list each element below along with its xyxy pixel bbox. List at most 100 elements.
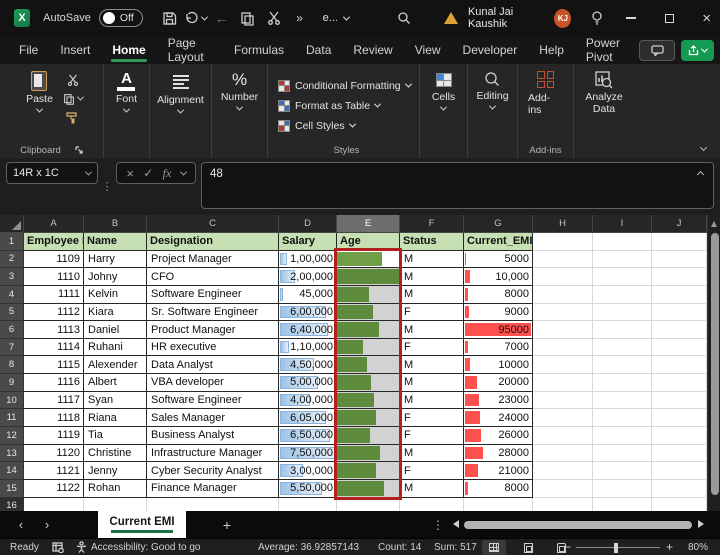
- empty-cell[interactable]: [337, 497, 400, 511]
- designation-cell[interactable]: Cyber Security Analyst: [147, 462, 279, 480]
- row-header-8[interactable]: 8: [0, 356, 24, 375]
- horizontal-scroll-thumb[interactable]: [464, 520, 692, 529]
- age-cell[interactable]: [337, 338, 400, 357]
- warning-icon[interactable]: [443, 12, 458, 24]
- empty-cell[interactable]: [652, 427, 707, 445]
- employee-id-cell[interactable]: 1117: [24, 391, 84, 410]
- empty-cell[interactable]: [652, 462, 707, 480]
- status-sum[interactable]: Sum: 517: [434, 539, 477, 555]
- empty-cell[interactable]: [593, 321, 652, 339]
- column-header-H[interactable]: H: [533, 215, 593, 232]
- empty-cell[interactable]: [533, 321, 593, 339]
- empty-cell[interactable]: [533, 391, 593, 410]
- column-header-C[interactable]: C: [147, 215, 279, 232]
- copy-icon[interactable]: [235, 5, 261, 31]
- age-cell[interactable]: [337, 409, 400, 428]
- fx-chevron-icon[interactable]: [179, 168, 187, 176]
- share-button[interactable]: [681, 39, 714, 61]
- ribbon-tab-file[interactable]: File: [8, 36, 49, 64]
- empty-cell[interactable]: [533, 250, 593, 269]
- emi-cell[interactable]: 24000: [464, 409, 533, 428]
- empty-cell[interactable]: [464, 497, 533, 511]
- employee-id-cell[interactable]: 1118: [24, 409, 84, 428]
- header-cell-designation[interactable]: Designation: [147, 233, 279, 251]
- empty-cell[interactable]: [84, 497, 147, 511]
- emi-cell[interactable]: 23000: [464, 391, 533, 410]
- tell-me-bulb-icon[interactable]: [591, 10, 603, 26]
- autosave-toggle[interactable]: Off: [98, 9, 143, 27]
- status-cell[interactable]: M: [400, 250, 464, 269]
- employee-id-cell[interactable]: 1114: [24, 338, 84, 357]
- row-header-10[interactable]: 10: [0, 391, 24, 410]
- row-header-14[interactable]: 14: [0, 462, 24, 480]
- empty-cell[interactable]: [533, 374, 593, 392]
- salary-cell[interactable]: 2,00,000: [279, 268, 337, 286]
- column-header-B[interactable]: B: [84, 215, 147, 232]
- empty-cell[interactable]: [652, 285, 707, 304]
- ribbon-tab-view[interactable]: View: [404, 36, 452, 64]
- empty-cell[interactable]: [652, 391, 707, 410]
- status-cell[interactable]: F: [400, 427, 464, 445]
- column-header-J[interactable]: J: [652, 215, 707, 232]
- zoom-level[interactable]: 80%: [688, 539, 708, 555]
- designation-cell[interactable]: VBA developer: [147, 374, 279, 392]
- age-cell[interactable]: [337, 250, 400, 269]
- salary-cell[interactable]: 6,50,000: [279, 427, 337, 445]
- salary-cell[interactable]: 1,00,000: [279, 250, 337, 269]
- row-header-16[interactable]: 16: [0, 497, 24, 511]
- status-cell[interactable]: M: [400, 374, 464, 392]
- status-cell[interactable]: F: [400, 409, 464, 428]
- designation-cell[interactable]: Finance Manager: [147, 479, 279, 498]
- ribbon-tab-review[interactable]: Review: [342, 36, 403, 64]
- name-cell[interactable]: Johny: [84, 268, 147, 286]
- status-cell[interactable]: M: [400, 479, 464, 498]
- macro-record-icon[interactable]: [52, 539, 64, 555]
- analyze-data-button[interactable]: Analyze Data: [574, 69, 634, 117]
- row-header-6[interactable]: 6: [0, 321, 24, 339]
- row-header-4[interactable]: 4: [0, 285, 24, 304]
- empty-cell[interactable]: [593, 285, 652, 304]
- emi-cell[interactable]: 5000: [464, 250, 533, 269]
- empty-cell[interactable]: [533, 356, 593, 375]
- row-header-13[interactable]: 13: [0, 444, 24, 463]
- collapse-formula-bar-icon[interactable]: [696, 170, 705, 179]
- cells-button[interactable]: Cells: [426, 69, 461, 113]
- empty-cell[interactable]: [533, 233, 593, 251]
- empty-cell[interactable]: [593, 479, 652, 498]
- empty-cell[interactable]: [533, 338, 593, 357]
- scroll-right-icon[interactable]: [698, 520, 704, 528]
- ribbon-tab-page-layout[interactable]: Page Layout: [157, 36, 223, 64]
- column-header-E[interactable]: E: [337, 215, 400, 232]
- designation-cell[interactable]: Software Engineer: [147, 285, 279, 304]
- ribbon-tab-power-pivot[interactable]: Power Pivot: [575, 36, 639, 64]
- document-name[interactable]: e...: [323, 12, 350, 24]
- cancel-icon[interactable]: ×: [126, 166, 134, 181]
- age-cell[interactable]: [337, 285, 400, 304]
- status-cell[interactable]: M: [400, 268, 464, 286]
- empty-cell[interactable]: [533, 409, 593, 428]
- column-header-G[interactable]: G: [464, 215, 533, 232]
- employee-id-cell[interactable]: 1121: [24, 462, 84, 480]
- age-cell[interactable]: [337, 356, 400, 375]
- empty-cell[interactable]: [593, 356, 652, 375]
- page-layout-view-button[interactable]: [516, 540, 540, 555]
- ribbon-tab-data[interactable]: Data: [295, 36, 342, 64]
- status-cell[interactable]: M: [400, 391, 464, 410]
- status-cell[interactable]: F: [400, 338, 464, 357]
- empty-cell[interactable]: [533, 497, 593, 511]
- designation-cell[interactable]: CFO: [147, 268, 279, 286]
- search-icon[interactable]: [397, 11, 411, 25]
- collapse-ribbon-icon[interactable]: [699, 143, 708, 152]
- empty-cell[interactable]: [652, 409, 707, 428]
- name-cell[interactable]: Alexender: [84, 356, 147, 375]
- empty-cell[interactable]: [533, 268, 593, 286]
- designation-cell[interactable]: HR executive: [147, 338, 279, 357]
- age-cell[interactable]: [337, 479, 400, 498]
- empty-cell[interactable]: [593, 497, 652, 511]
- empty-cell[interactable]: [24, 497, 84, 511]
- designation-cell[interactable]: Sales Manager: [147, 409, 279, 428]
- status-cell[interactable]: F: [400, 303, 464, 322]
- font-button[interactable]: A Font: [110, 69, 143, 115]
- prev-sheet-icon[interactable]: ‹: [8, 517, 34, 532]
- empty-cell[interactable]: [593, 444, 652, 463]
